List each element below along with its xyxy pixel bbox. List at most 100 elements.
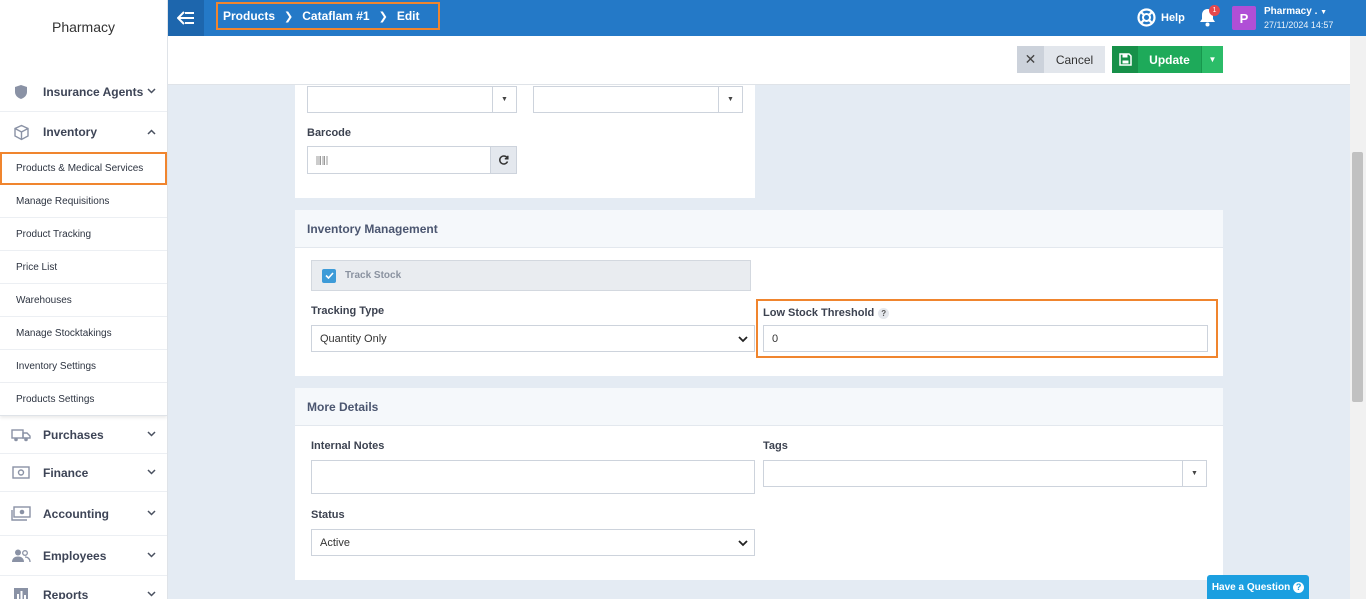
low-stock-threshold-input[interactable]: 0 xyxy=(763,325,1208,352)
tags-select[interactable]: ▼ xyxy=(763,460,1207,487)
section-title: Inventory Management xyxy=(295,210,1223,248)
update-label: Update xyxy=(1149,52,1190,67)
breadcrumb-products[interactable]: Products xyxy=(223,9,275,23)
chevron-right-icon: ❯ xyxy=(378,10,388,23)
help-button[interactable]: Help xyxy=(1137,8,1185,27)
breadcrumb-product[interactable]: Cataflam #1 xyxy=(302,9,369,23)
caret-down-icon: ▼ xyxy=(1320,9,1328,16)
notification-badge: 1 xyxy=(1209,5,1220,16)
low-stock-label-text: Low Stock Threshold xyxy=(763,307,875,319)
checkbox-checked-icon xyxy=(322,268,336,283)
barcode-input[interactable] xyxy=(307,146,491,174)
action-bar: ✕ Cancel Update ▼ xyxy=(168,36,1350,85)
sidebar-item-label: Finance xyxy=(43,465,89,480)
page-scrollbar[interactable] xyxy=(1350,36,1366,599)
close-icon: ✕ xyxy=(1017,46,1044,73)
sidebar-item-inventory[interactable]: Inventory xyxy=(0,112,167,152)
sidebar-subitem-requisitions[interactable]: Manage Requisitions xyxy=(0,185,167,218)
sidebar-item-label: Reports xyxy=(43,587,89,599)
chevron-down-icon xyxy=(147,550,157,561)
sidebar-subitem-price-list[interactable]: Price List xyxy=(0,251,167,284)
caret-down-icon[interactable]: ▼ xyxy=(1201,46,1223,73)
status-value: Active xyxy=(320,536,350,549)
chevron-down-icon xyxy=(147,589,157,599)
track-stock-toggle[interactable]: Track Stock xyxy=(311,260,751,291)
sidebar-item-finance[interactable]: Finance xyxy=(0,454,167,492)
sidebar-subitem-inventory-settings[interactable]: Inventory Settings xyxy=(0,350,167,383)
status-select[interactable]: Active xyxy=(311,529,755,556)
sidebar-toggle-button[interactable] xyxy=(168,0,204,36)
chevron-right-icon: ❯ xyxy=(284,10,294,23)
generate-barcode-button[interactable] xyxy=(490,146,517,174)
sidebar-item-reports[interactable]: Reports xyxy=(0,576,167,599)
sidebar-item-accounting[interactable]: Accounting xyxy=(0,492,167,536)
have-a-question-button[interactable]: Have a Question ? xyxy=(1207,575,1309,599)
chevron-down-icon xyxy=(738,334,748,346)
update-button[interactable]: Update ▼ xyxy=(1112,46,1223,73)
sidebar-item-insurance-agents[interactable]: Insurance Agents xyxy=(0,72,167,112)
low-stock-value: 0 xyxy=(772,332,779,345)
sidebar-item-label: Insurance Agents xyxy=(43,84,144,99)
lifebuoy-icon xyxy=(1137,8,1156,27)
sidebar-subitem-products[interactable]: Products & Medical Services xyxy=(0,152,167,185)
question-icon: ? xyxy=(1293,581,1305,593)
sidebar-item-employees[interactable]: Employees xyxy=(0,536,167,576)
barcode-label: Barcode xyxy=(307,127,352,139)
cash-icon xyxy=(10,464,32,482)
basic-info-panel: ▼ ▼ Barcode xyxy=(295,85,755,198)
more-details-panel: More Details Internal Notes Tags ▼ Statu… xyxy=(295,388,1223,580)
caret-down-icon: ▼ xyxy=(1182,461,1206,486)
sidebar-subitem-stocktakings[interactable]: Manage Stocktakings xyxy=(0,317,167,350)
sidebar-subitem-products-settings[interactable]: Products Settings xyxy=(0,383,167,416)
money-icon xyxy=(10,505,32,523)
section-title: More Details xyxy=(295,388,1223,426)
sidebar-item-label: Purchases xyxy=(43,427,104,442)
sidebar-item-label: Accounting xyxy=(43,506,109,521)
chevron-down-icon xyxy=(738,538,748,550)
sidebar: Pharmacy Insurance Agents Inventory Prod… xyxy=(0,0,168,599)
tracking-type-select[interactable]: Quantity Only xyxy=(311,325,755,352)
sidebar-item-label: Inventory xyxy=(43,125,98,139)
chevron-up-icon xyxy=(147,127,157,138)
brand-select[interactable]: ▼ xyxy=(533,86,743,113)
help-label: Help xyxy=(1161,11,1185,24)
sidebar-item-label: Employees xyxy=(43,548,107,563)
user-datetime: 27/11/2024 14:57 xyxy=(1264,20,1334,30)
internal-notes-textarea[interactable] xyxy=(311,460,755,494)
sidebar-subitem-product-tracking[interactable]: Product Tracking xyxy=(0,218,167,251)
caret-down-icon: ▼ xyxy=(718,87,742,112)
category-select[interactable]: ▼ xyxy=(307,86,517,113)
truck-icon xyxy=(10,426,32,444)
top-bar: Products ❯ Cataflam #1 ❯ Edit Help 1 P P… xyxy=(168,0,1366,36)
tracking-type-label: Tracking Type xyxy=(311,305,385,317)
breadcrumb: Products ❯ Cataflam #1 ❯ Edit xyxy=(216,2,440,30)
barcode-icon xyxy=(316,155,328,165)
chevron-down-icon xyxy=(147,508,157,519)
track-stock-label: Track Stock xyxy=(345,270,402,281)
refresh-icon xyxy=(498,155,509,165)
scrollbar-thumb[interactable] xyxy=(1352,152,1363,402)
box-icon xyxy=(10,123,32,141)
chevron-down-icon xyxy=(147,86,157,97)
avatar[interactable]: P xyxy=(1232,6,1256,30)
brand-name: Pharmacy xyxy=(51,19,116,35)
chevron-down-icon xyxy=(147,467,157,478)
chevron-down-icon xyxy=(147,429,157,440)
cancel-label: Cancel xyxy=(1055,52,1094,67)
tags-label: Tags xyxy=(763,440,788,452)
breadcrumb-current: Edit xyxy=(396,9,420,23)
help-tooltip-icon[interactable]: ? xyxy=(878,307,890,319)
user-menu[interactable]: Pharmacy . ▼ 27/11/2024 14:57 xyxy=(1264,6,1333,31)
internal-notes-label: Internal Notes xyxy=(311,440,385,452)
user-name: Pharmacy . xyxy=(1264,6,1318,17)
status-label: Status xyxy=(311,509,345,521)
cancel-button[interactable]: ✕ Cancel xyxy=(1017,46,1105,73)
shield-icon xyxy=(10,83,32,101)
users-icon xyxy=(10,547,32,565)
sidebar-subitem-warehouses[interactable]: Warehouses xyxy=(0,284,167,317)
caret-down-icon: ▼ xyxy=(492,87,516,112)
save-icon xyxy=(1112,46,1138,73)
notifications-button[interactable]: 1 xyxy=(1199,5,1220,30)
sidebar-item-purchases[interactable]: Purchases xyxy=(0,416,167,454)
collapse-menu-icon xyxy=(177,11,194,25)
